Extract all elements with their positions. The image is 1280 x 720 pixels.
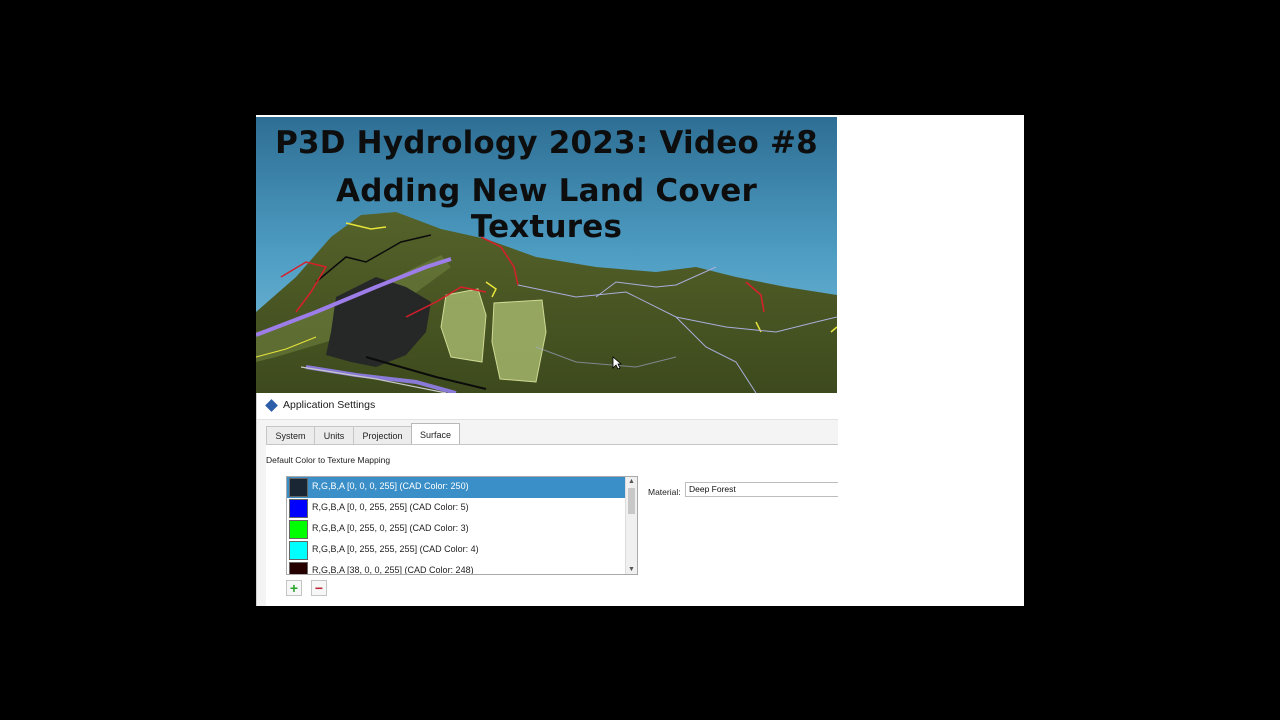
list-item[interactable]: R,G,B,A [0, 255, 255, 255] (CAD Color: 4…	[287, 540, 625, 561]
list-item[interactable]: R,G,B,A [38, 0, 0, 255] (CAD Color: 248)	[287, 561, 625, 575]
dialog-title-bar[interactable]: Application Settings	[257, 393, 838, 420]
dialog-title: Application Settings	[283, 399, 376, 411]
tab-surface[interactable]: Surface	[411, 423, 460, 446]
list-item[interactable]: R,G,B,A [0, 0, 255, 255] (CAD Color: 5)	[287, 498, 625, 519]
material-label: Material:	[648, 487, 681, 497]
list-item-text: R,G,B,A [0, 255, 0, 255] (CAD Color: 3)	[312, 523, 469, 533]
list-scrollbar[interactable]: ▲ ▼	[625, 477, 637, 574]
chevron-up-icon[interactable]: ▲	[628, 478, 635, 485]
color-swatch	[289, 541, 308, 560]
list-item-text: R,G,B,A [38, 0, 0, 255] (CAD Color: 248)	[312, 565, 474, 575]
video-title-line-1: P3D Hydrology 2023: Video #8	[275, 125, 818, 161]
diamond-app-icon	[265, 399, 278, 412]
video-title-line-2: Adding New Land Cover Textures	[336, 173, 757, 245]
chevron-down-icon[interactable]: ▼	[628, 566, 635, 573]
list-item-text: R,G,B,A [0, 0, 255, 255] (CAD Color: 5)	[312, 502, 469, 512]
list-item[interactable]: R,G,B,A [0, 0, 0, 255] (CAD Color: 250)	[287, 477, 625, 498]
material-field[interactable]: Deep Forest	[685, 482, 838, 497]
color-swatch	[289, 562, 308, 574]
list-item-text: R,G,B,A [0, 255, 255, 255] (CAD Color: 4…	[312, 544, 479, 554]
list-item[interactable]: R,G,B,A [0, 255, 0, 255] (CAD Color: 3)	[287, 519, 625, 540]
color-swatch	[289, 520, 308, 539]
color-texture-mapping-list[interactable]: R,G,B,A [0, 0, 0, 255] (CAD Color: 250) …	[286, 476, 638, 575]
color-swatch	[289, 478, 308, 497]
mouse-pointer-icon	[612, 356, 622, 370]
list-item-text: R,G,B,A [0, 0, 0, 255] (CAD Color: 250)	[312, 481, 469, 491]
tab-system[interactable]: System	[266, 426, 315, 445]
remove-mapping-button[interactable]: −	[311, 580, 327, 596]
scroll-thumb[interactable]	[628, 488, 635, 514]
application-settings-dialog: Application Settings System Units Projec…	[256, 393, 838, 606]
tab-units[interactable]: Units	[314, 426, 354, 445]
color-swatch	[289, 499, 308, 518]
video-frame: P3D Hydrology 2023: Video #8 Adding New …	[256, 115, 1024, 606]
add-mapping-button[interactable]: +	[286, 580, 302, 596]
section-label: Default Color to Texture Mapping	[266, 455, 391, 465]
terrain-3d-view[interactable]: P3D Hydrology 2023: Video #8 Adding New …	[256, 117, 837, 393]
tab-projection[interactable]: Projection	[353, 426, 412, 445]
